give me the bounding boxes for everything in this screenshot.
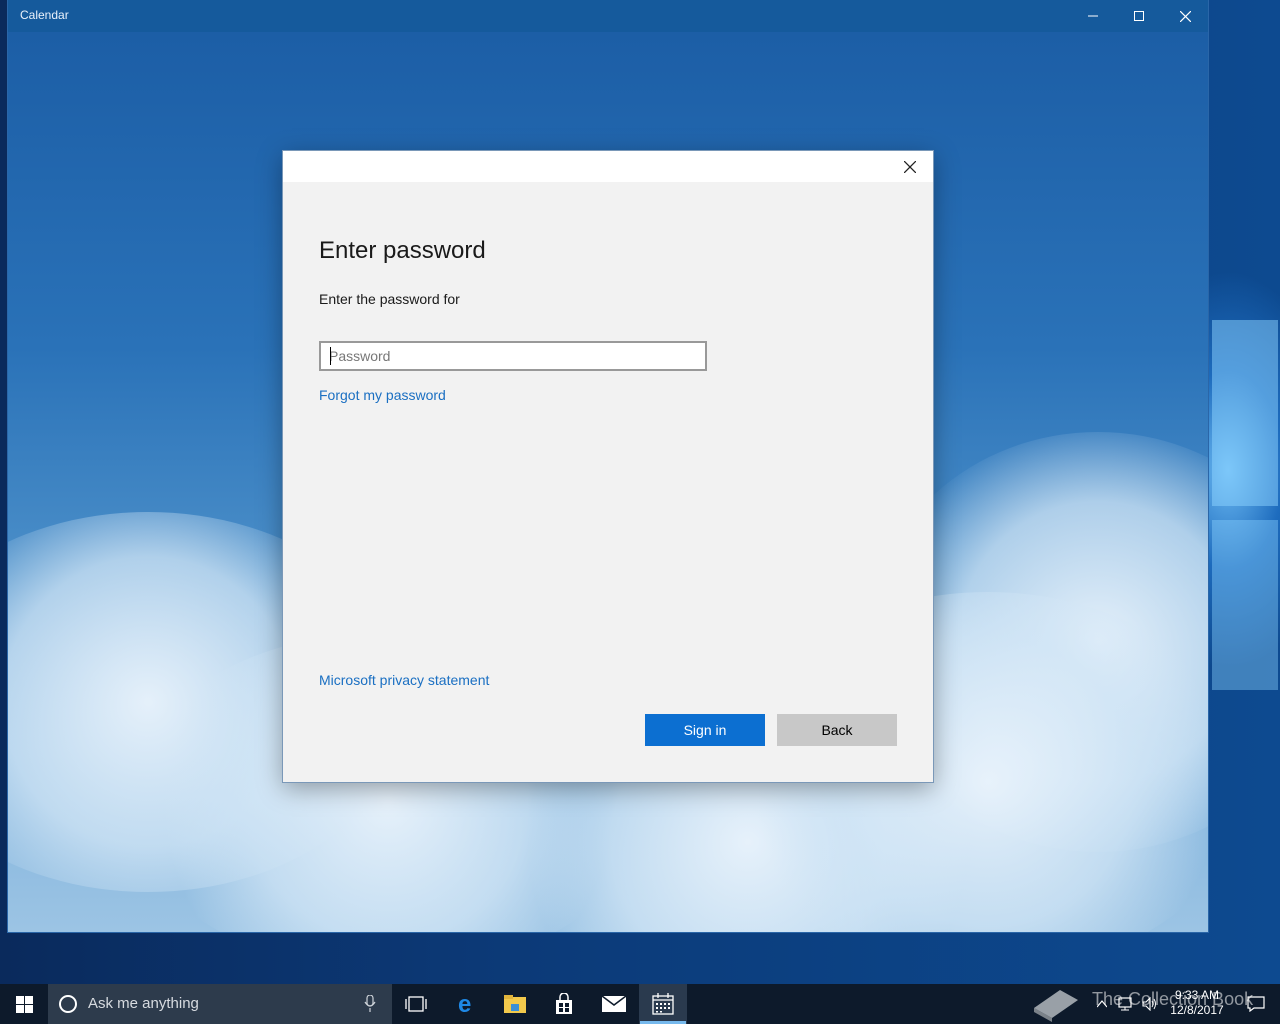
windows-start-icon — [15, 995, 33, 1013]
mail-button[interactable] — [590, 984, 638, 1024]
windows-logo-pane — [1212, 520, 1278, 690]
mail-icon — [601, 995, 627, 1012]
sign-in-button[interactable]: Sign in — [645, 714, 765, 746]
dialog-close-button[interactable] — [895, 155, 925, 179]
minimize-button[interactable] — [1070, 0, 1116, 32]
back-button[interactable]: Back — [777, 714, 897, 746]
file-explorer-button[interactable] — [491, 984, 539, 1024]
text-caret — [330, 347, 331, 365]
tray-clock[interactable]: 9:33 AM 12/8/2017 — [1166, 988, 1228, 1018]
store-icon — [556, 993, 572, 1014]
password-input[interactable] — [319, 341, 707, 371]
file-explorer-icon — [504, 995, 526, 1013]
edge-icon: e — [458, 993, 471, 1015]
calendar-taskbar-button[interactable] — [639, 984, 687, 1024]
app-title: Calendar — [20, 8, 69, 22]
microphone-icon[interactable] — [364, 995, 376, 1013]
taskbar: Ask me anything e — [0, 984, 1280, 1024]
close-icon — [1179, 10, 1191, 22]
privacy-statement-link[interactable]: Microsoft privacy statement — [319, 672, 489, 688]
forgot-password-link[interactable]: Forgot my password — [319, 387, 446, 403]
dialog-title: Enter password — [319, 237, 486, 264]
search-placeholder: Ask me anything — [88, 995, 199, 1012]
app-titlebar[interactable]: Calendar — [8, 0, 1208, 32]
edge-button[interactable]: e — [443, 984, 491, 1024]
svg-text:e: e — [458, 993, 471, 1015]
windows-logo-pane — [1212, 320, 1278, 506]
start-button[interactable] — [0, 984, 48, 1024]
calendar-icon — [652, 993, 674, 1015]
minimize-icon — [1088, 15, 1098, 17]
clock-date: 12/8/2017 — [1170, 1003, 1224, 1017]
cortana-icon — [59, 995, 77, 1013]
dialog-titlebar — [283, 151, 933, 182]
cortana-search-box[interactable]: Ask me anything — [48, 984, 392, 1024]
clock-time: 9:33 AM — [1174, 988, 1220, 1002]
maximize-icon — [1134, 11, 1144, 21]
book-logo-icon — [1034, 990, 1078, 1022]
task-view-icon — [405, 996, 427, 1012]
dialog-subtitle: Enter the password for — [319, 291, 460, 307]
enter-password-dialog: Enter password Enter the password for Fo… — [283, 151, 933, 782]
task-view-button[interactable] — [392, 984, 440, 1024]
maximize-button[interactable] — [1116, 0, 1162, 32]
close-button[interactable] — [1162, 0, 1208, 32]
close-icon — [904, 161, 916, 173]
store-button[interactable] — [540, 984, 588, 1024]
